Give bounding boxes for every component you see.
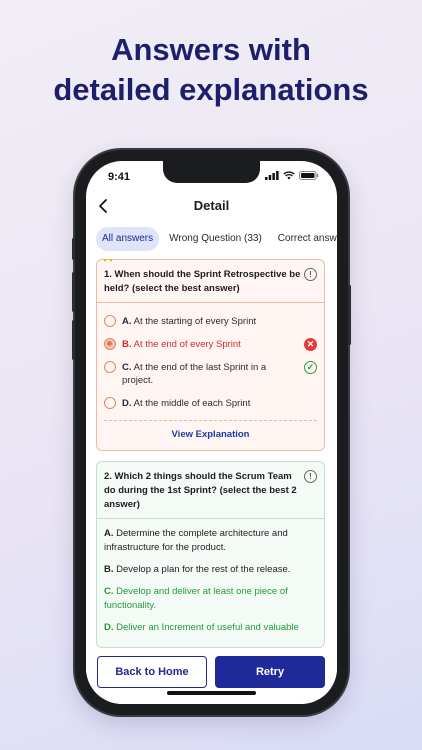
- options-list: A. Determine the complete architecture a…: [97, 519, 324, 647]
- mute-switch: [72, 238, 75, 260]
- question-text: 1. When should the Sprint Retrospective …: [97, 260, 324, 303]
- option-d: D. Deliver an Increment of useful and va…: [104, 621, 317, 635]
- power-button: [348, 285, 351, 345]
- volume-down-button: [72, 320, 75, 360]
- option-a: A. Determine the complete architecture a…: [104, 527, 317, 555]
- option-label: Determine the complete architecture and …: [104, 528, 288, 553]
- option-label: At the end of every Sprint: [133, 339, 241, 350]
- radio-icon[interactable]: [104, 315, 116, 327]
- home-indicator[interactable]: [167, 691, 256, 695]
- radio-selected-icon[interactable]: [104, 338, 116, 350]
- tab-wrong-question[interactable]: Wrong Question (33): [163, 227, 268, 251]
- option-letter: B.: [122, 339, 132, 350]
- question-text: 2. Which 2 things should the Scrum Team …: [97, 462, 324, 519]
- notch: [163, 161, 260, 183]
- tab-correct-answers[interactable]: Correct answ: [272, 227, 337, 251]
- correct-icon: ✓: [304, 361, 317, 374]
- wifi-icon: [283, 171, 295, 180]
- option-label: Deliver an Increment of useful and valua…: [116, 622, 299, 633]
- radio-icon[interactable]: [104, 397, 116, 409]
- option-d[interactable]: D. At the middle of each Sprint: [104, 397, 317, 410]
- option-b[interactable]: B. At the end of every Sprint ✕: [104, 338, 317, 351]
- headline-line-2: detailed explanations: [53, 72, 369, 107]
- phone-frame: 9:41 Detail All answers Wrong Question (…: [72, 150, 351, 715]
- battery-icon: [299, 171, 319, 180]
- option-c: C. Develop and deliver at least one piec…: [104, 585, 317, 613]
- headline: Answers with detailed explanations: [0, 30, 422, 110]
- option-label: Develop a plan for the rest of the relea…: [116, 564, 291, 575]
- volume-up-button: [72, 272, 75, 312]
- back-to-home-button[interactable]: Back to Home: [97, 656, 207, 688]
- question-card: 1. When should the Sprint Retrospective …: [96, 259, 325, 451]
- tab-all-answers[interactable]: All answers: [96, 227, 160, 251]
- option-label: At the middle of each Sprint: [133, 398, 251, 409]
- signal-icon: [265, 171, 279, 180]
- question-card: 2. Which 2 things should the Scrum Team …: [96, 461, 325, 648]
- option-label: At the starting of every Sprint: [133, 316, 257, 327]
- radio-icon[interactable]: [104, 361, 116, 373]
- option-letter: B.: [104, 564, 114, 575]
- option-letter: C.: [104, 586, 114, 597]
- option-letter: A.: [122, 316, 132, 327]
- option-letter: C.: [122, 362, 132, 373]
- app-screen: 9:41 Detail All answers Wrong Question (…: [86, 161, 337, 704]
- filter-tabs: All answers Wrong Question (33) Correct …: [96, 227, 337, 251]
- bottom-action-bar: Back to Home Retry: [86, 649, 337, 704]
- option-b: B. Develop a plan for the rest of the re…: [104, 563, 317, 577]
- info-icon[interactable]: !: [304, 470, 317, 483]
- option-letter: D.: [104, 622, 114, 633]
- option-label: At the end of the last Sprint in a proje…: [122, 362, 267, 386]
- wrong-icon: ✕: [304, 338, 317, 351]
- retry-button[interactable]: Retry: [215, 656, 325, 688]
- question-list: 1. When should the Sprint Retrospective …: [96, 259, 325, 649]
- headline-line-1: Answers with: [111, 32, 311, 67]
- status-time: 9:41: [108, 171, 131, 183]
- option-a[interactable]: A. At the starting of every Sprint: [104, 315, 317, 328]
- page-title: Detail: [193, 198, 230, 213]
- info-icon[interactable]: !: [304, 268, 317, 281]
- option-c[interactable]: C. At the end of the last Sprint in a pr…: [104, 361, 317, 387]
- view-explanation-link[interactable]: View Explanation: [97, 421, 324, 450]
- option-letter: D.: [122, 398, 132, 409]
- options-list: A. At the starting of every Sprint B. At…: [97, 303, 324, 410]
- status-icons: [265, 171, 319, 180]
- option-letter: A.: [104, 528, 114, 539]
- nav-bar: Detail: [86, 193, 337, 223]
- option-label: Develop and deliver at least one piece o…: [104, 586, 288, 611]
